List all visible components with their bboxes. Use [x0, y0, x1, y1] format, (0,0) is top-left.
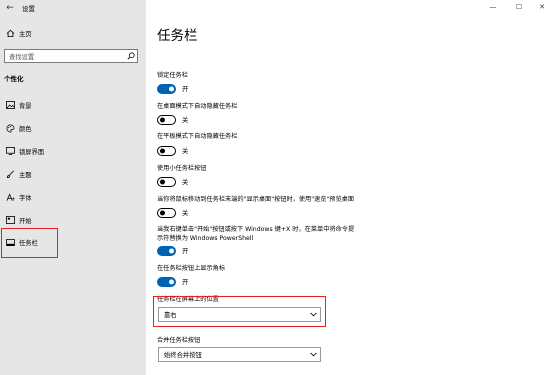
page-title: 任务栏 [157, 28, 198, 44]
toggle-state: 关 [182, 210, 189, 218]
sidebar-item-colors[interactable]: 颜色 [0, 122, 146, 134]
lock-screen-icon [5, 146, 15, 156]
toggle-small-buttons[interactable]: 关 [157, 177, 188, 187]
setting-label-autohide-desktop: 在桌面模式下自动隐藏任务栏 [157, 103, 238, 110]
title-bar: ← 设置 [0, 0, 146, 16]
search-icon[interactable] [125, 50, 137, 62]
toggle-switch[interactable] [157, 277, 176, 287]
toggle-peek[interactable]: 关 [157, 208, 188, 218]
toggle-switch[interactable] [157, 177, 176, 187]
brush-icon [5, 169, 15, 179]
sidebar-item-label: 开始 [19, 217, 32, 225]
setting-label-lock-taskbar: 锁定任务栏 [157, 72, 188, 79]
toggle-state: 开 [182, 248, 189, 256]
sidebar: ← 设置 主页 查找设置 个性化 背景 颜色 锁屏界面 主题 字体 开始 任务栏 [0, 0, 146, 375]
toggle-powershell[interactable]: 开 [157, 246, 188, 256]
close-icon[interactable]: ✕ [537, 3, 547, 11]
sidebar-item-home[interactable]: 主页 [0, 27, 146, 39]
dropdown-value: 始终合并按钮 [164, 352, 202, 359]
section-title: 个性化 [4, 75, 24, 83]
toggle-state: 关 [182, 179, 189, 187]
setting-label-powershell-line2: 示符替换为 Windows PowerShell [157, 235, 254, 242]
home-icon [5, 28, 15, 38]
sidebar-item-lock-screen[interactable]: 锁屏界面 [0, 145, 146, 157]
annotation-highlight-box [153, 296, 326, 327]
app-title: 设置 [22, 5, 35, 13]
setting-label-badges: 在任务栏按钮上显示角标 [157, 265, 226, 272]
toggle-switch[interactable] [157, 246, 176, 256]
minimize-icon[interactable]: — [488, 3, 498, 11]
sidebar-item-label: 字体 [19, 194, 32, 202]
toggle-state: 关 [182, 148, 189, 156]
toggle-switch[interactable] [157, 208, 176, 218]
toggle-lock-taskbar[interactable]: 开 [157, 84, 188, 94]
sidebar-item-label: 主题 [19, 171, 32, 179]
sidebar-item-start[interactable]: 开始 [0, 214, 146, 226]
toggle-switch[interactable] [157, 115, 176, 125]
search-placeholder: 查找设置 [9, 53, 35, 61]
toggle-autohide-tablet[interactable]: 关 [157, 146, 188, 156]
sidebar-item-label: 锁屏界面 [19, 148, 45, 156]
setting-label-autohide-tablet: 在平板模式下自动隐藏任务栏 [157, 133, 238, 140]
setting-label-powershell-line1: 当我右键单击"开始"按钮或按下 Windows 键+X 时，在菜单中将命令提 [157, 226, 355, 233]
toggle-state: 关 [182, 117, 189, 125]
sidebar-item-label: 主页 [19, 30, 32, 38]
toggle-autohide-desktop[interactable]: 关 [157, 115, 188, 125]
toggle-state: 开 [182, 86, 189, 94]
setting-label-peek: 当你将鼠标移动到任务栏末端的"显示桌面"按钮时，使用"速览"预览桌面 [157, 196, 355, 203]
sidebar-item-label: 颜色 [19, 125, 32, 133]
toggle-switch[interactable] [157, 146, 176, 156]
sidebar-item-label: 背景 [19, 102, 32, 110]
sidebar-item-fonts[interactable]: 字体 [0, 191, 146, 203]
toggle-switch[interactable] [157, 84, 176, 94]
maximize-icon[interactable]: ☐ [514, 3, 524, 11]
combine-buttons-dropdown[interactable]: 始终合并按钮 [158, 347, 321, 362]
chevron-down-icon [306, 352, 320, 357]
main-content: — ☐ ✕ 任务栏 锁定任务栏 开 在桌面模式下自动隐藏任务栏 关 在平板模式下… [146, 0, 549, 375]
palette-icon [5, 123, 15, 133]
sidebar-item-themes[interactable]: 主题 [0, 168, 146, 180]
combine-buttons-label: 合并任务栏按钮 [157, 337, 201, 344]
toggle-state: 开 [182, 279, 189, 287]
font-icon [5, 192, 15, 202]
annotation-highlight-box [1, 228, 58, 258]
start-icon [5, 215, 15, 225]
sidebar-item-background[interactable]: 背景 [0, 99, 146, 111]
picture-icon [5, 100, 15, 110]
back-arrow-icon[interactable]: ← [2, 0, 18, 16]
search-input[interactable]: 查找设置 [4, 49, 138, 63]
toggle-badges[interactable]: 开 [157, 277, 188, 287]
setting-label-small-buttons: 使用小任务栏按钮 [157, 165, 207, 172]
